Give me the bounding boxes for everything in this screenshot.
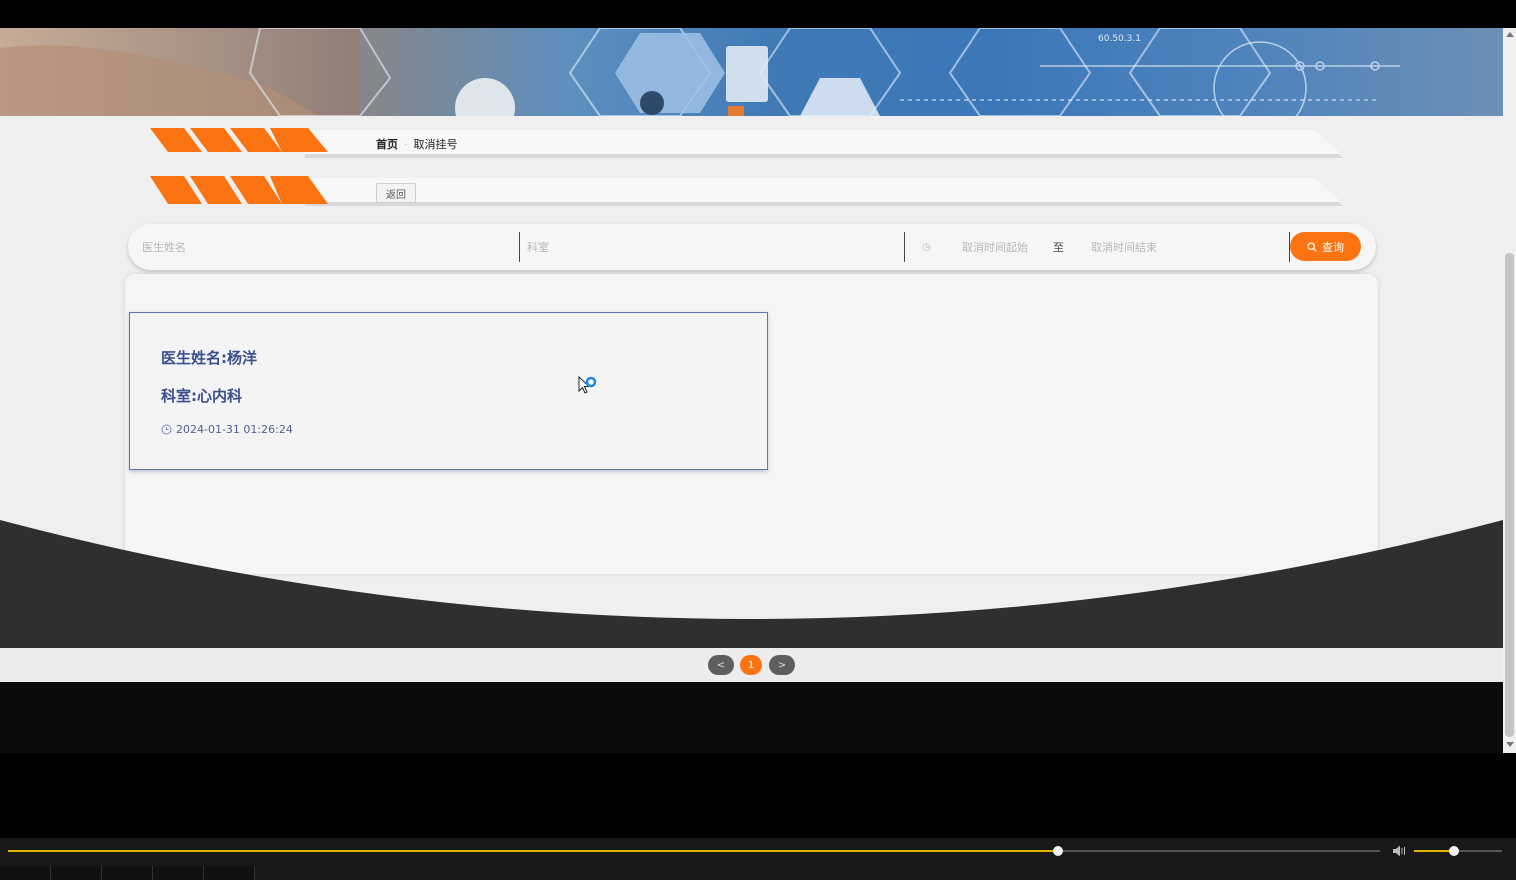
back-button[interactable]: 返回: [376, 183, 416, 203]
prev-page-button[interactable]: <: [708, 655, 734, 675]
banner-art: 60.50.3.1: [0, 28, 1400, 116]
query-button[interactable]: 查询: [1290, 232, 1361, 261]
record-department: 科室:心内科: [161, 387, 242, 405]
orange-stripes: [150, 176, 328, 204]
video-player-controls: [0, 838, 1516, 880]
record-card[interactable]: 医生姓名:杨洋 科室:心内科 2024-01-31 01:26:24: [129, 312, 768, 470]
scrollbar-thumb[interactable]: [1505, 253, 1514, 737]
speaker-icon[interactable]: [1392, 844, 1408, 858]
seek-bar[interactable]: [8, 850, 1380, 852]
range-separator: 至: [1053, 241, 1064, 254]
svg-text:60.50.3.1: 60.50.3.1: [1098, 34, 1141, 44]
scroll-up-arrow[interactable]: [1506, 32, 1514, 37]
taskbar-strip: [0, 866, 1516, 880]
query-label: 查询: [1322, 240, 1344, 254]
breadcrumb-strip: [150, 128, 1343, 158]
department-input[interactable]: 科室: [527, 232, 897, 262]
breadcrumb-home[interactable]: 首页: [376, 136, 398, 152]
breadcrumb-current: 取消挂号: [413, 138, 458, 151]
breadcrumb: 首页 · 取消挂号: [376, 136, 458, 152]
scroll-down-arrow[interactable]: [1506, 742, 1514, 747]
record-doctor: 医生姓名:杨洋: [161, 349, 257, 367]
vertical-scrollbar[interactable]: [1503, 28, 1516, 753]
next-page-button[interactable]: >: [769, 655, 795, 675]
search-bar: 医生姓名 科室 ◷ 取消时间起始 至 取消时间结束 查询: [128, 224, 1376, 270]
screen: 60.50.3.1 首页 · 取消挂号 返回 医生姓名 科室 ◷ 取消时间起始 …: [0, 0, 1516, 880]
clock-icon: [161, 424, 172, 435]
cancel-time-end-input[interactable]: 取消时间结束: [1091, 232, 1281, 262]
orange-stripes: [150, 128, 328, 152]
cancel-time-start-input[interactable]: 取消时间起始: [962, 232, 1052, 262]
page-bottom: [0, 682, 1503, 753]
seek-bar-progress: [8, 850, 1058, 852]
volume-knob[interactable]: [1448, 846, 1459, 856]
header-banner: 60.50.3.1: [0, 28, 1503, 116]
page-1-button[interactable]: 1: [740, 655, 762, 675]
breadcrumb-separator: ·: [404, 137, 408, 151]
cursor-busy-icon: [578, 376, 597, 394]
browser-viewport: 60.50.3.1 首页 · 取消挂号 返回 医生姓名 科室 ◷ 取消时间起始 …: [0, 28, 1503, 753]
record-time-text: 2024-01-31 01:26:24: [176, 423, 293, 436]
search-icon: [1307, 241, 1317, 252]
seek-knob[interactable]: [1052, 846, 1063, 856]
record-time: 2024-01-31 01:26:24: [161, 423, 293, 436]
action-strip: [150, 176, 1343, 206]
footer-wave: [0, 520, 1503, 648]
clock-icon: ◷: [922, 241, 931, 253]
doctor-name-input[interactable]: 医生姓名: [142, 232, 512, 262]
volume-level: [1414, 850, 1454, 852]
